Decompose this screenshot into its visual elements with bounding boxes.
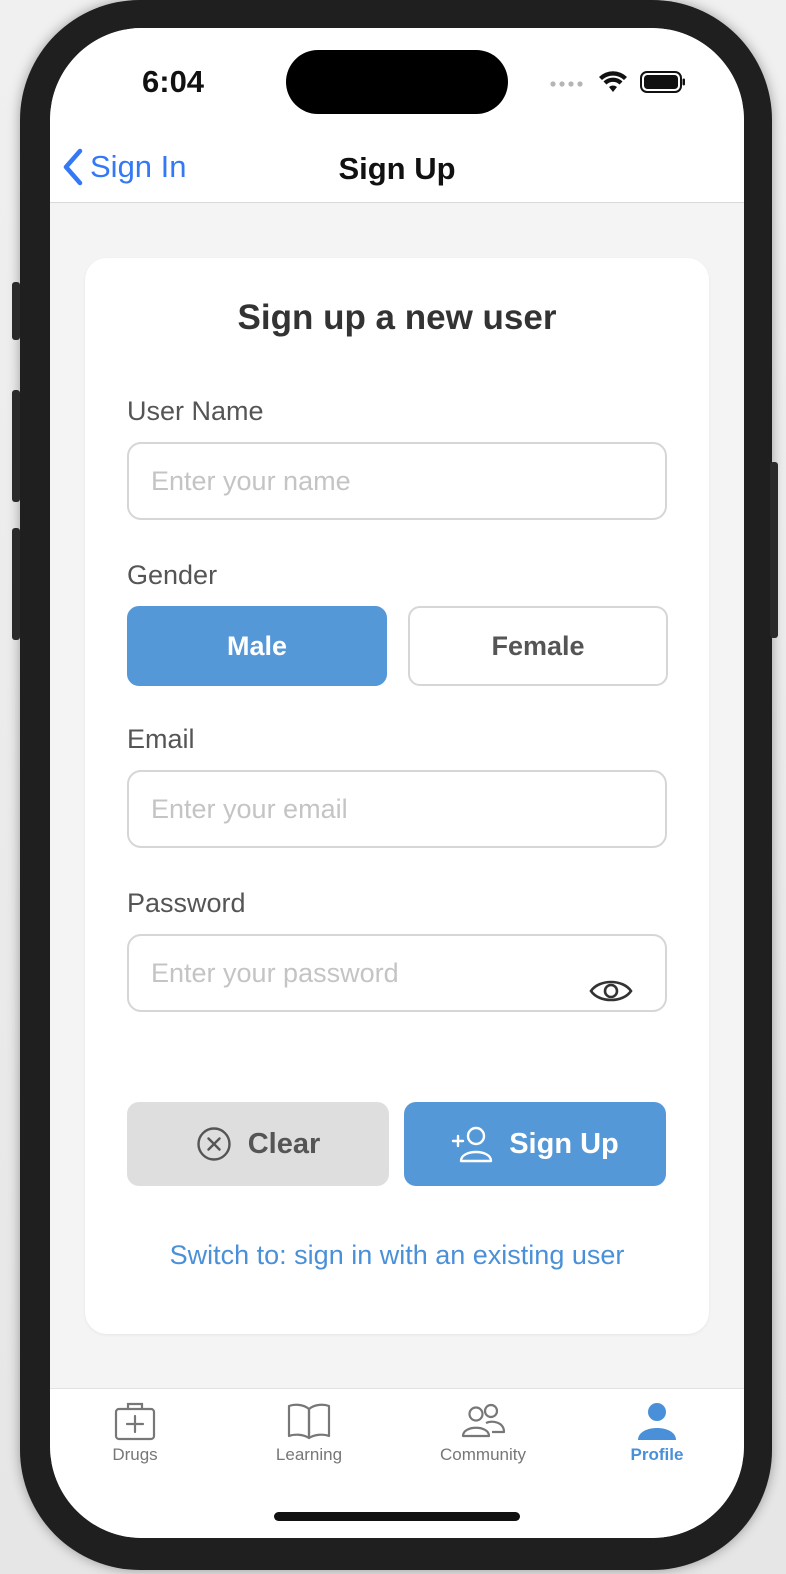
device-stage: 6:04 Sign In Sign Up Sign up a new user … xyxy=(0,0,786,1574)
status-icons xyxy=(550,70,686,94)
tab-profile-label: Profile xyxy=(630,1445,684,1464)
medical-kit-icon xyxy=(114,1402,156,1441)
signup-card: Sign up a new user User Name Gender Male… xyxy=(85,258,709,1334)
volume-down-button xyxy=(12,528,20,640)
signup-button-label: Sign Up xyxy=(509,1127,619,1160)
email-input[interactable] xyxy=(127,770,667,848)
mute-switch xyxy=(12,282,20,340)
clear-circle-icon xyxy=(197,1127,231,1161)
tab-community[interactable]: Community xyxy=(413,1401,553,1481)
book-icon xyxy=(287,1403,331,1440)
tab-drugs-label: Drugs xyxy=(112,1445,158,1464)
email-label: Email xyxy=(127,724,195,754)
tab-community-label: Community xyxy=(440,1445,526,1464)
status-time: 6:04 xyxy=(142,64,205,99)
add-user-icon xyxy=(452,1126,493,1163)
power-button xyxy=(770,462,778,638)
password-input[interactable] xyxy=(127,934,667,1012)
gender-female-button[interactable]: Female xyxy=(408,606,668,686)
gender-label: Gender xyxy=(127,560,218,590)
username-label: User Name xyxy=(127,396,264,426)
people-icon xyxy=(461,1403,506,1438)
volume-up-button xyxy=(12,390,20,502)
eye-icon[interactable] xyxy=(589,976,633,1006)
gender-male-button[interactable]: Male xyxy=(127,606,387,686)
card-title: Sign up a new user xyxy=(237,298,557,337)
app-screen: 6:04 Sign In Sign Up Sign up a new user … xyxy=(50,28,744,1538)
home-indicator xyxy=(274,1512,520,1521)
cellular-signal-icon xyxy=(550,81,583,87)
clear-button-label: Clear xyxy=(247,1127,321,1160)
navigation-bar: Sign In Sign Up xyxy=(50,138,744,203)
signup-button[interactable]: Sign Up xyxy=(404,1102,666,1186)
password-label: Password xyxy=(127,888,246,918)
battery-icon xyxy=(640,71,685,93)
nav-title: Sign Up xyxy=(338,151,456,186)
tab-learning[interactable]: Learning xyxy=(239,1401,379,1481)
wifi-icon xyxy=(599,71,627,92)
username-input[interactable] xyxy=(127,442,667,520)
tab-profile[interactable]: Profile xyxy=(587,1401,727,1481)
tab-drugs[interactable]: Drugs xyxy=(65,1401,205,1481)
tab-learning-label: Learning xyxy=(275,1445,343,1464)
dynamic-island xyxy=(286,50,508,114)
person-icon xyxy=(638,1403,676,1440)
clear-button[interactable]: Clear xyxy=(127,1102,389,1186)
switch-to-signin-link[interactable]: Switch to: sign in with an existing user xyxy=(85,1240,709,1271)
status-bar: 6:04 xyxy=(50,28,744,138)
